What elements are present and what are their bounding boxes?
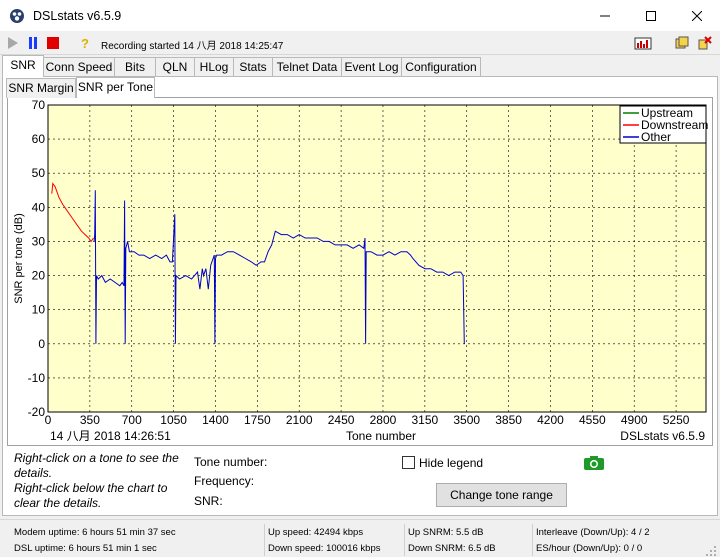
y-tick-label: 20	[32, 269, 46, 283]
tab-qln[interactable]: QLN	[155, 57, 195, 77]
tab-configuration[interactable]: Configuration	[401, 57, 481, 77]
camera-icon[interactable]	[583, 455, 605, 471]
title-bar: DSLstats v6.5.9	[0, 0, 720, 31]
x-tick-label: 5250	[663, 413, 690, 427]
status-divider	[264, 524, 265, 556]
x-tick-label: 1750	[244, 413, 271, 427]
x-tick-label: 350	[80, 413, 100, 427]
chart-watermark: DSLstats v6.5.9	[620, 429, 705, 443]
status-bar: Modem uptime: 6 hours 51 min 37 sec DSL …	[0, 519, 720, 557]
x-tick-label: 2800	[370, 413, 397, 427]
hide-legend-checkbox[interactable]	[402, 456, 415, 469]
y-tick-label: 10	[32, 303, 46, 317]
dsl-uptime: DSL uptime: 6 hours 51 min 1 sec	[14, 543, 157, 554]
interleave: Interleave (Down/Up): 4 / 2	[536, 527, 650, 538]
status-divider	[404, 524, 405, 556]
hint-line-2: Right-click below the chart to clear the…	[14, 481, 168, 510]
down-speed: Down speed: 100016 kbps	[268, 543, 381, 554]
y-tick-label: 0	[38, 337, 45, 351]
recording-status: Recording started 14 八月 2018 14:25:47	[101, 41, 284, 52]
up-snrm: Up SNRM: 5.5 dB	[408, 527, 484, 538]
x-tick-label: 4550	[579, 413, 606, 427]
close-graphs-icon[interactable]	[698, 36, 712, 50]
minimize-button[interactable]	[582, 0, 628, 31]
chart-frame[interactable]: 0 350 700 1050 1400 1750 2100 2450 2800 3150 3500 3…	[7, 97, 713, 446]
hint-text: Right-click on a tone to see the details…	[14, 451, 194, 511]
y-axis-label: SNR per tone (dB)	[13, 213, 25, 303]
tab-bits[interactable]: Bits	[114, 57, 156, 77]
y-tick-label: 70	[32, 98, 46, 112]
svg-text:?: ?	[81, 36, 89, 50]
maximize-icon	[646, 10, 656, 21]
frequency-label: Frequency:	[194, 474, 255, 488]
close-button[interactable]	[674, 0, 720, 31]
tab-conn-speed[interactable]: Conn Speed	[43, 57, 115, 77]
x-tick-label: 3150	[412, 413, 439, 427]
subtab-snr-margin[interactable]: SNR Margin	[6, 78, 76, 98]
x-tick-label: 3850	[495, 413, 522, 427]
y-tick-label: 60	[32, 132, 46, 146]
plot-area	[47, 104, 707, 413]
tab-telnet-data[interactable]: Telnet Data	[272, 57, 342, 77]
change-tone-range-button[interactable]: Change tone range	[436, 483, 567, 507]
legend-entry: Other	[641, 130, 671, 144]
toolbar: ? Recording started 14 八月 2018 14:25:47	[0, 31, 720, 55]
up-speed: Up speed: 42494 kbps	[268, 527, 364, 538]
es-per-hour: ES/hour (Down/Up): 0 / 0	[536, 543, 643, 554]
graphs-icon[interactable]	[634, 36, 652, 50]
y-tick-label: 40	[32, 200, 46, 214]
maximize-button[interactable]	[628, 0, 674, 31]
modem-uptime: Modem uptime: 6 hours 51 min 37 sec	[14, 527, 176, 538]
resize-grip-icon[interactable]	[706, 546, 717, 557]
tab-hlog[interactable]: HLog	[194, 57, 234, 77]
subtab-snr-per-tone[interactable]: SNR per Tone	[76, 77, 155, 98]
x-axis-label: Tone number	[346, 429, 416, 443]
tab-event-log[interactable]: Event Log	[341, 57, 402, 77]
tab-stats[interactable]: Stats	[233, 57, 273, 77]
app-icon	[10, 8, 24, 23]
windows-icon[interactable]	[675, 36, 689, 50]
window-title: DSLstats v6.5.9	[33, 8, 122, 23]
x-tick-label: 4900	[621, 413, 648, 427]
main-tabs: SNR Conn Speed Bits QLN HLog Stats Telne…	[0, 55, 720, 77]
y-tick-label: -20	[28, 405, 46, 419]
play-icon[interactable]	[6, 36, 20, 50]
hint-line-1: Right-click on a tone to see the details…	[14, 451, 179, 480]
x-tick-label: 2450	[328, 413, 355, 427]
x-tick-label: 0	[45, 413, 52, 427]
snr-per-tone-chart[interactable]: 0 350 700 1050 1400 1750 2100 2450 2800 3150 3500 3…	[8, 98, 712, 445]
hide-legend-label[interactable]: Hide legend	[419, 456, 483, 470]
x-tick-label: 2100	[286, 413, 313, 427]
x-tick-label: 1050	[160, 413, 187, 427]
status-divider	[532, 524, 533, 556]
y-tick-label: 30	[32, 234, 46, 248]
x-tick-label: 3500	[453, 413, 480, 427]
x-tick-label: 1400	[202, 413, 229, 427]
x-tick-label: 4200	[537, 413, 564, 427]
help-icon[interactable]: ?	[78, 36, 92, 50]
y-tick-label: 50	[32, 166, 46, 180]
stop-icon[interactable]	[46, 36, 60, 50]
minimize-icon	[600, 15, 610, 16]
y-tick-label: -10	[28, 371, 46, 385]
tone-number-label: Tone number:	[194, 455, 268, 469]
snr-label: SNR:	[194, 494, 223, 508]
tab-snr[interactable]: SNR	[2, 55, 44, 77]
down-snrm: Down SNRM: 6.5 dB	[408, 543, 496, 554]
pause-icon[interactable]	[26, 36, 40, 50]
chart-timestamp: 14 八月 2018 14:26:51	[50, 429, 171, 443]
close-icon	[692, 10, 702, 21]
x-tick-label: 700	[122, 413, 142, 427]
